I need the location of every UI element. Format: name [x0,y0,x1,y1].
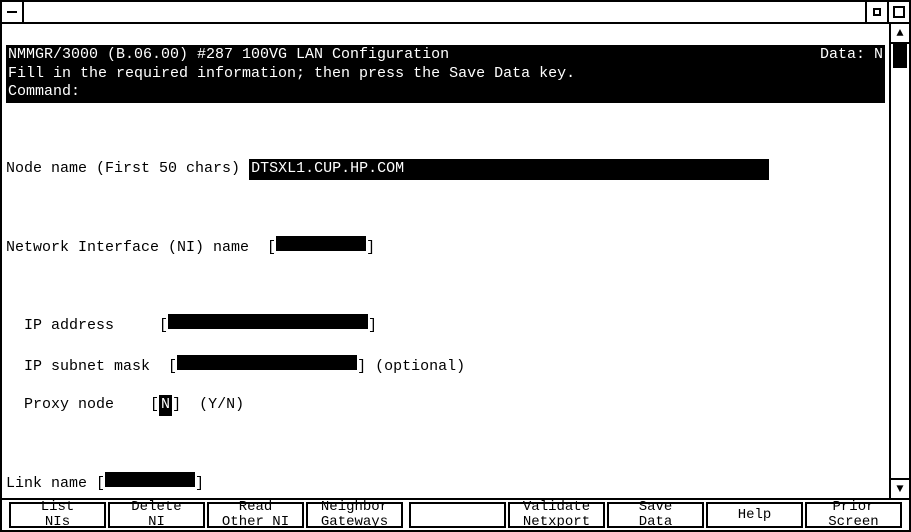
command-label[interactable]: Command: [8,83,883,102]
scroll-track[interactable] [891,44,909,478]
window-menu-icon[interactable] [2,2,24,22]
window-frame: NMMGR/3000 (B.06.00) #287 100VG LAN Conf… [0,0,911,532]
softkey-f3[interactable]: ReadOther NI [207,502,304,528]
proxy-label: Proxy node [24,396,114,413]
header-block: NMMGR/3000 (B.06.00) #287 100VG LAN Conf… [6,45,885,103]
ip-subnet-suffix: (optional) [375,358,465,375]
softkey-bar: ListNIs DeleteNI ReadOther NI NeighborGa… [2,498,909,530]
softkey-f2[interactable]: DeleteNI [108,502,205,528]
softkey-f4[interactable]: NeighborGateways [306,502,403,528]
terminal-content: NMMGR/3000 (B.06.00) #287 100VG LAN Conf… [2,24,889,498]
node-name-label: Node name (First 50 chars) [6,160,240,177]
vertical-scrollbar[interactable]: ▲ ▼ [889,24,909,498]
instruction-text: Fill in the required information; then p… [8,65,883,84]
maximize-icon[interactable] [887,2,909,22]
data-flag: Data: N [820,46,883,65]
minimize-icon[interactable] [865,2,887,22]
scroll-thumb[interactable] [893,44,907,68]
proxy-yn: (Y/N) [199,396,244,413]
ip-subnet-label: IP subnet mask [24,358,150,375]
softkey-f1[interactable]: ListNIs [9,502,106,528]
softkey-f9[interactable]: PriorScreen [805,502,902,528]
link-name-label: Link name [6,475,87,492]
ip-address-label: IP address [24,317,114,334]
softkey-f7[interactable]: SaveData [607,502,704,528]
softkey-f5[interactable] [409,502,506,528]
ni-label: Network Interface (NI) name [6,239,249,256]
node-name-field[interactable]: DTSXL1.CUP.HP.COM [249,159,769,180]
ip-subnet-field[interactable] [177,355,357,370]
proxy-field[interactable]: N [159,395,172,416]
softkey-f6[interactable]: ValidateNetxport [508,502,605,528]
link-name-field[interactable] [105,472,195,487]
softkey-f8[interactable]: Help [706,502,803,528]
app-title: NMMGR/3000 (B.06.00) #287 100VG LAN Conf… [8,46,449,65]
ip-address-field[interactable] [168,314,368,329]
ni-field[interactable] [276,236,366,251]
scroll-up-icon[interactable]: ▲ [891,24,909,44]
scroll-down-icon[interactable]: ▼ [891,478,909,498]
titlebar [2,2,909,24]
